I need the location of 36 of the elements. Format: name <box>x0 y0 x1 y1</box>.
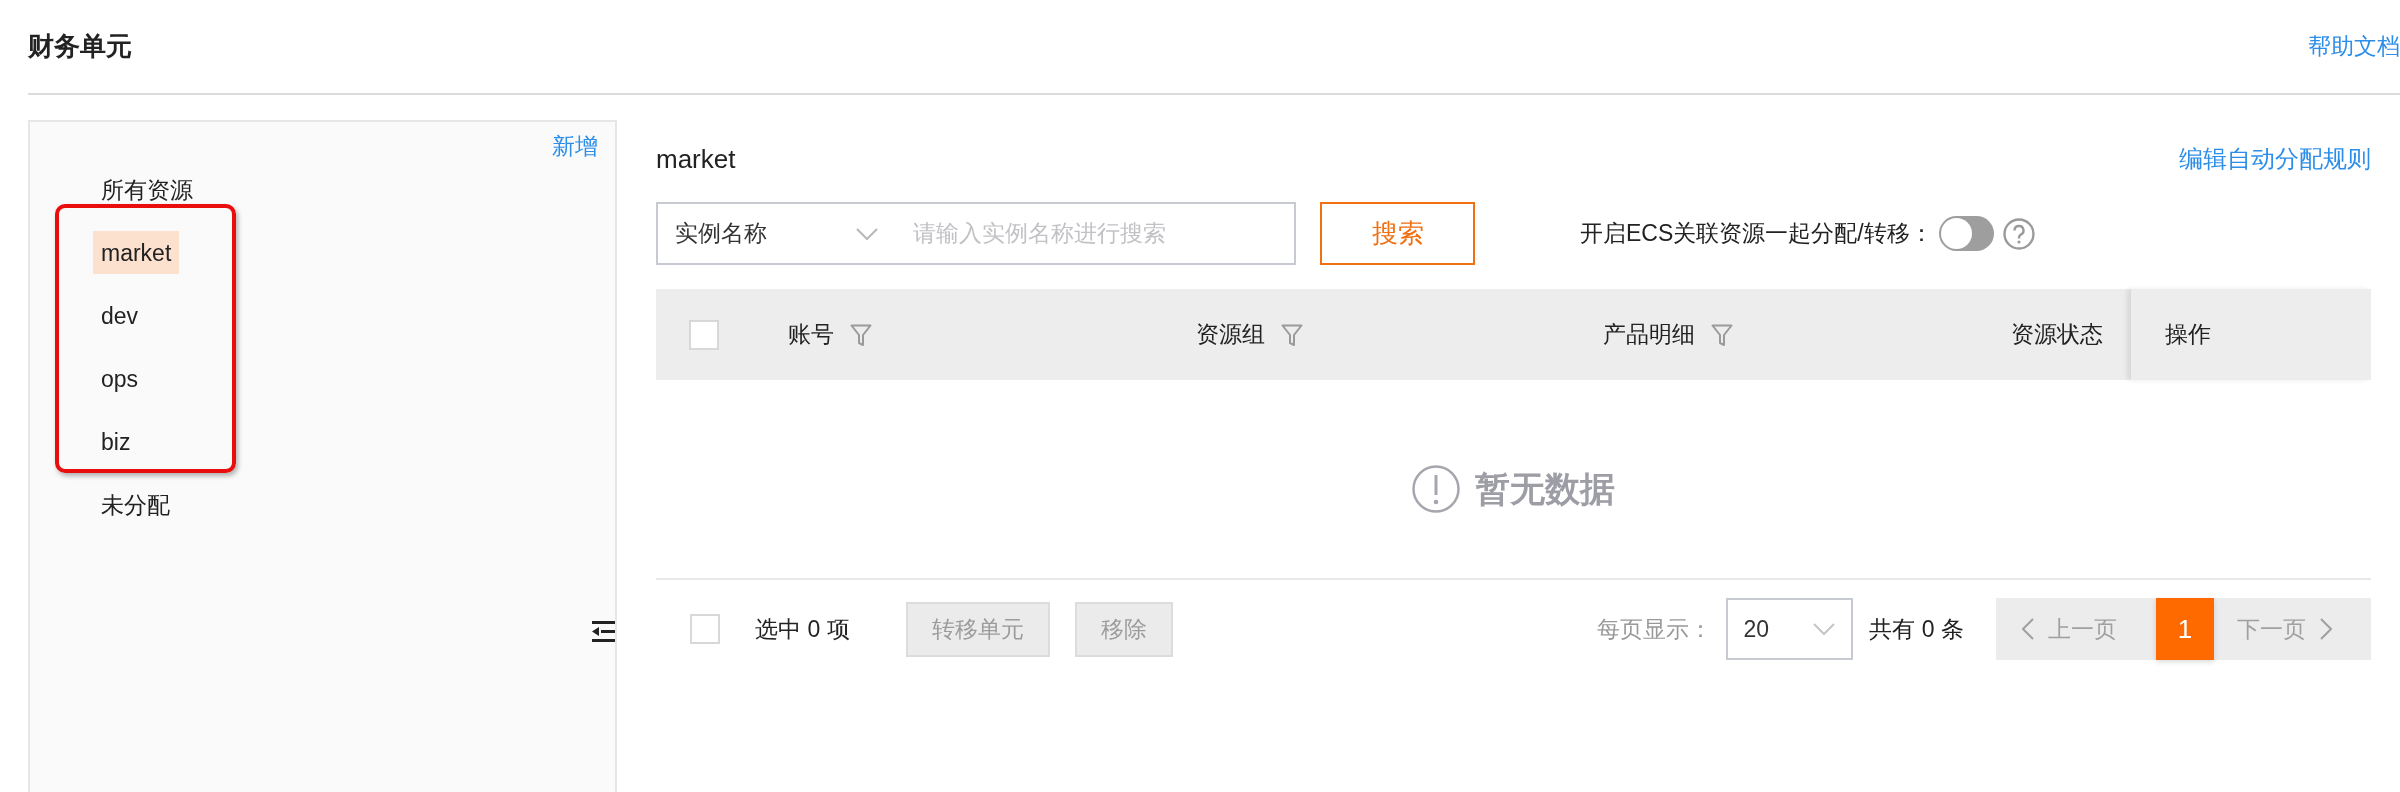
empty-message: 暂无数据 <box>1475 467 1615 510</box>
sidebar-item[interactable]: ops <box>93 364 147 393</box>
help-icon[interactable] <box>2002 217 2035 250</box>
column-header: 操作 <box>2165 320 2211 349</box>
page-size-label: 每页显示： <box>1597 614 1713 644</box>
search-button[interactable]: 搜索 <box>1320 202 1475 265</box>
edit-rules-link[interactable]: 编辑自动分配规则 <box>2179 143 2371 175</box>
column-header: 账号 <box>788 320 834 349</box>
sidebar-item[interactable]: 所有资源 <box>93 175 201 204</box>
page-size-select[interactable]: 20 <box>1726 598 1854 660</box>
sidebar-item[interactable]: 未分配 <box>93 490 178 519</box>
outdent-icon[interactable] <box>592 621 615 642</box>
chevron-down-icon <box>1813 623 1836 635</box>
unit-title: market <box>656 143 736 175</box>
exclamation-circle-icon <box>1412 465 1460 513</box>
filter-icon[interactable] <box>1711 322 1733 347</box>
filter-icon[interactable] <box>850 322 872 347</box>
selection-count: 选中 0 项 <box>755 614 850 644</box>
page-button[interactable]: 1 <box>2156 598 2214 660</box>
sidebar-item[interactable]: biz <box>93 427 139 456</box>
add-link[interactable]: 新增 <box>552 134 598 158</box>
filter-icon[interactable] <box>1281 322 1303 347</box>
help-link[interactable]: 帮助文档 <box>2308 32 2400 61</box>
checkbox[interactable] <box>690 614 720 644</box>
toggle-switch[interactable] <box>1938 216 1994 251</box>
total-count: 共有 0 条 <box>1869 614 1964 644</box>
sidebar-item[interactable]: dev <box>93 301 147 330</box>
toggle-label: 开启ECS关联资源一起分配/转移： <box>1580 219 1933 248</box>
page-title: 财务单元 <box>28 30 132 63</box>
checkbox[interactable] <box>689 319 719 350</box>
sidebar-item[interactable]: market <box>93 231 180 274</box>
column-header: 资源组 <box>1196 320 1265 349</box>
chevron-left-icon <box>2022 618 2034 640</box>
column-header: 资源状态 <box>2011 320 2103 349</box>
chevron-right-icon <box>2320 618 2332 640</box>
column-header: 产品明细 <box>1603 320 1695 349</box>
